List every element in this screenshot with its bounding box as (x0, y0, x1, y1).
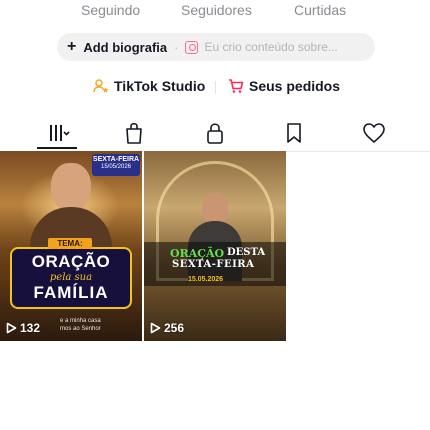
tab-shop[interactable] (104, 115, 164, 151)
followers-label[interactable]: Seguidores (181, 2, 252, 18)
date-badge-date: 15/05/2026 (100, 164, 132, 171)
tiktok-studio-label: TikTok Studio (114, 78, 206, 94)
studio-person-icon (93, 79, 109, 93)
shopping-cart-icon (229, 79, 244, 93)
view-count-value: 132 (20, 321, 41, 335)
likes-label[interactable]: Curtidas (294, 2, 346, 18)
videos-grid-icon (50, 125, 70, 141)
view-count: 132 (6, 321, 40, 335)
view-count: 256 (150, 321, 184, 335)
plus-icon: + (67, 38, 77, 55)
thumbnail-date: 15.05.2026 (188, 276, 224, 283)
profile-stats-labels: Seguindo Seguidores Curtidas (0, 0, 430, 20)
caption-line-1: e a minha casa (60, 318, 101, 324)
video-thumbnail[interactable]: SEXTA-FEIRA 15/05/2026 TEMA: ORAÇÃO pela… (0, 151, 142, 341)
bio-placeholder: Eu crio conteúdo sobre... (204, 40, 338, 54)
thumbnail-title-line-1: ORAÇÃO (31, 252, 111, 271)
active-tab-indicator (37, 147, 77, 149)
tab-saved[interactable] (264, 115, 324, 151)
bio-separator: · (174, 39, 179, 55)
theme-tag: TEMA: (48, 238, 92, 249)
date-badge: SEXTA-FEIRA 15/05/2026 (92, 154, 140, 176)
add-bio-label: Add biografia (83, 39, 168, 55)
caption-line-2: mos ao Senhor (60, 325, 101, 332)
thumbnail-caption: e a minha casa mos ao Senhor (60, 318, 101, 334)
view-count-value: 256 (164, 321, 185, 335)
thumbnail-title-line-3: FAMÍLIA (33, 283, 109, 302)
tab-liked[interactable] (344, 115, 404, 151)
thumbnail-title-line-2: SEXTA-FEIRA (172, 259, 255, 270)
instagram-icon (185, 40, 199, 54)
date-badge-day: SEXTA-FEIRA (92, 156, 140, 163)
heart-icon (363, 123, 385, 143)
thumbnail-title-line-2: pela sua (49, 272, 93, 283)
your-orders-label: Seus pedidos (249, 78, 341, 94)
tiktok-studio-button[interactable]: TikTok Studio (93, 78, 205, 94)
play-icon (150, 322, 161, 334)
bookmark-icon (287, 123, 301, 143)
following-label[interactable]: Seguindo (81, 2, 140, 18)
tab-videos[interactable] (29, 115, 89, 151)
shop-bag-icon (126, 122, 142, 144)
presenter-head (51, 163, 91, 211)
profile-content-tabs (0, 115, 430, 152)
private-lock-icon (207, 123, 223, 144)
tab-private[interactable] (185, 115, 245, 151)
play-icon (6, 322, 17, 334)
your-orders-button[interactable]: Seus pedidos (228, 78, 340, 94)
add-bio-button[interactable]: + Add biografia · Eu crio conteúdo sobre… (57, 33, 375, 61)
thumbnail-title-word-2: DESTA (227, 247, 266, 258)
tools-divider (215, 81, 216, 94)
profile-tools-row: TikTok Studio Seus pedidos (0, 76, 430, 98)
video-thumbnail[interactable]: ORAÇÃO DESTA SEXTA-FEIRA 15.05.2026 256 (144, 151, 286, 341)
